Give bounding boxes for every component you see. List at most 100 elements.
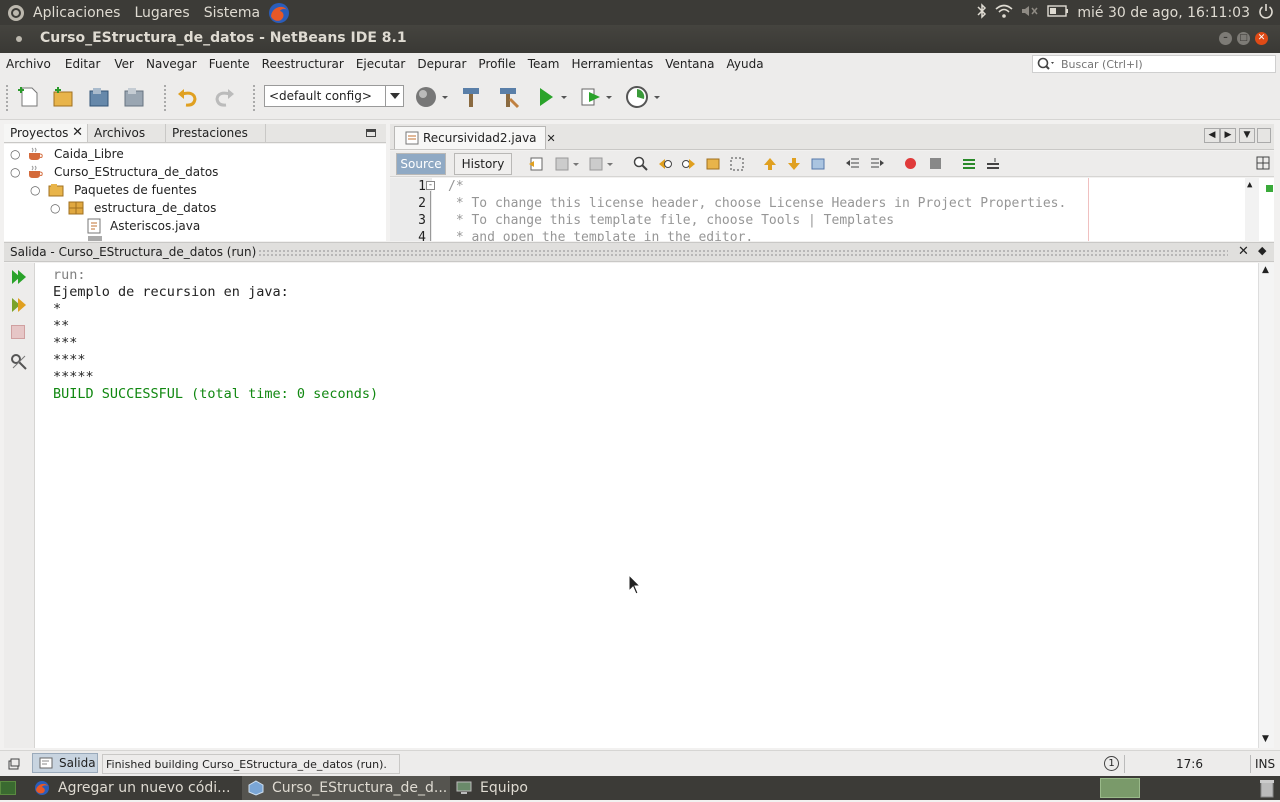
- tree-item-caida-libre[interactable]: ○ Caida_Libre: [10, 145, 124, 163]
- panel-options-icon[interactable]: ◆: [1258, 244, 1266, 257]
- minimize-panel-icon[interactable]: [366, 129, 376, 137]
- start-macro-icon[interactable]: [905, 158, 916, 169]
- tab-prestaciones[interactable]: Prestaciones: [166, 124, 266, 142]
- stop-icon[interactable]: [11, 325, 25, 339]
- profile-icon[interactable]: [625, 85, 660, 109]
- shift-left-icon[interactable]: [845, 156, 861, 175]
- close-icon[interactable]: ✕: [547, 132, 556, 145]
- find-previous-icon[interactable]: [657, 156, 673, 175]
- clean-build-icon[interactable]: [496, 85, 520, 109]
- taskbar-item-netbeans[interactable]: Curso_EStructura_de_d...: [242, 776, 450, 800]
- tab-proyectos[interactable]: Proyectos ✕: [4, 124, 88, 142]
- menu-ayuda[interactable]: Ayuda: [727, 57, 764, 71]
- hammer-build-icon[interactable]: [459, 85, 483, 109]
- menu-fuente[interactable]: Fuente: [209, 57, 250, 71]
- menu-depurar[interactable]: Depurar: [417, 57, 466, 71]
- toggle-bookmark-icon[interactable]: [810, 156, 826, 175]
- window-titlebar[interactable]: Curso_EStructura_de_datos - NetBeans IDE…: [0, 25, 1280, 53]
- find-next-icon[interactable]: [681, 156, 697, 175]
- expand-icon[interactable]: ○: [10, 147, 22, 161]
- forward-icon[interactable]: [588, 156, 614, 175]
- split-editor-icon[interactable]: [1256, 156, 1270, 173]
- maximize-window-button[interactable]: □: [1237, 32, 1250, 45]
- search-box[interactable]: [1032, 55, 1276, 73]
- undo-icon[interactable]: [176, 85, 200, 109]
- run-icon[interactable]: [535, 85, 567, 109]
- settings-tools-icon[interactable]: [10, 353, 28, 374]
- debug-icon[interactable]: [580, 85, 612, 109]
- shift-right-icon[interactable]: [869, 156, 885, 175]
- build-globe-icon[interactable]: [415, 85, 448, 109]
- close-window-button[interactable]: ✕: [1255, 32, 1268, 45]
- rect-select-icon[interactable]: [729, 156, 745, 175]
- trash-icon[interactable]: [1258, 778, 1276, 802]
- output-panel-header[interactable]: Salida - Curso_EStructura_de_datos (run)…: [4, 242, 1274, 262]
- menu-aplicaciones[interactable]: Aplicaciones: [33, 5, 120, 21]
- menu-navegar[interactable]: Navegar: [146, 57, 197, 71]
- menu-herramientas[interactable]: Herramientas: [571, 57, 653, 71]
- minimize-window-button[interactable]: –: [1219, 32, 1232, 45]
- menu-lugares[interactable]: Lugares: [134, 5, 189, 21]
- maximize-editor-icon[interactable]: [1257, 128, 1271, 143]
- menu-reestructurar[interactable]: Reestructurar: [262, 57, 344, 71]
- firefox-icon[interactable]: [268, 2, 290, 24]
- source-button[interactable]: Source: [396, 153, 446, 175]
- battery-icon[interactable]: [1047, 4, 1069, 21]
- taskbar-item-firefox[interactable]: Agregar un nuevo códi...: [34, 776, 238, 800]
- stop-macro-icon[interactable]: [930, 158, 941, 169]
- new-project-icon[interactable]: [51, 85, 75, 109]
- scroll-down-icon[interactable]: ▼: [1262, 734, 1269, 744]
- tab-list-dropdown-icon[interactable]: ▼: [1239, 128, 1255, 143]
- close-icon[interactable]: ✕: [72, 125, 83, 140]
- tree-item-asteriscos-java[interactable]: Asteriscos.java: [82, 217, 200, 235]
- fold-collapse-icon[interactable]: -: [426, 181, 435, 190]
- scroll-up-icon[interactable]: ▲: [1262, 265, 1269, 275]
- tab-recursividad2-java[interactable]: Recursividad2.java ✕: [394, 126, 556, 149]
- volume-muted-icon[interactable]: [1021, 4, 1039, 22]
- menu-ejecutar[interactable]: Ejecutar: [356, 57, 406, 71]
- panel-drag-handle[interactable]: [258, 249, 1228, 256]
- rerun-icon[interactable]: [10, 268, 28, 289]
- close-icon[interactable]: ✕: [1238, 244, 1249, 259]
- output-console[interactable]: run: Ejemplo de recursion en java: * ** *** *…: [35, 263, 1258, 748]
- tree-item-paquetes-fuentes[interactable]: ○ Paquetes de fuentes: [30, 181, 197, 199]
- menu-ver[interactable]: Ver: [114, 57, 134, 71]
- open-project-icon[interactable]: [87, 85, 111, 109]
- chevron-down-icon[interactable]: [385, 86, 403, 106]
- close-project-icon[interactable]: [122, 85, 146, 109]
- collapse-icon[interactable]: ○: [30, 183, 42, 197]
- menu-profile[interactable]: Profile: [478, 57, 515, 71]
- new-file-icon[interactable]: [17, 85, 41, 109]
- menu-editar[interactable]: Editar: [65, 57, 101, 71]
- scroll-tabs-right-icon[interactable]: ▶: [1220, 128, 1236, 143]
- minimized-windows-icon[interactable]: [8, 758, 20, 773]
- uncomment-icon[interactable]: [985, 156, 1001, 175]
- previous-bookmark-icon[interactable]: [762, 156, 778, 175]
- last-edit-icon[interactable]: [528, 156, 544, 175]
- menu-team[interactable]: Team: [528, 57, 560, 71]
- tree-item-estructura-de-datos[interactable]: ○ estructura_de_datos: [50, 199, 216, 217]
- clock-label[interactable]: mié 30 de ago, 16:11:03: [1077, 5, 1250, 21]
- back-icon[interactable]: [554, 156, 580, 175]
- history-button[interactable]: History: [454, 153, 512, 175]
- search-input[interactable]: [1061, 57, 1261, 71]
- scroll-tabs-left-icon[interactable]: ◀: [1204, 128, 1220, 143]
- salida-minimized-button[interactable]: Salida: [32, 753, 98, 773]
- wifi-icon[interactable]: [995, 4, 1013, 22]
- menu-ventana[interactable]: Ventana: [665, 57, 714, 71]
- tab-archivos[interactable]: Archivos: [88, 124, 166, 142]
- workspace-switcher[interactable]: [1100, 778, 1140, 798]
- scroll-up-icon[interactable]: ▲: [1247, 180, 1252, 190]
- collapse-icon[interactable]: ○: [10, 165, 22, 179]
- code-editor[interactable]: 1 2 3 4 - /* * To change this license he…: [390, 178, 1274, 241]
- toggle-highlight-icon[interactable]: [705, 156, 721, 175]
- notifications-icon[interactable]: 1: [1104, 756, 1119, 771]
- taskbar-item-equipo[interactable]: Equipo: [456, 776, 556, 800]
- next-bookmark-icon[interactable]: [786, 156, 802, 175]
- tree-item-curso-estructura[interactable]: ○ Curso_EStructura_de_datos: [10, 163, 218, 181]
- ubuntu-logo-icon[interactable]: [7, 4, 25, 22]
- search-icon[interactable]: [1037, 57, 1057, 71]
- menu-sistema[interactable]: Sistema: [204, 5, 260, 21]
- redo-icon[interactable]: [212, 85, 236, 109]
- window-menu-dot-icon[interactable]: [16, 36, 22, 42]
